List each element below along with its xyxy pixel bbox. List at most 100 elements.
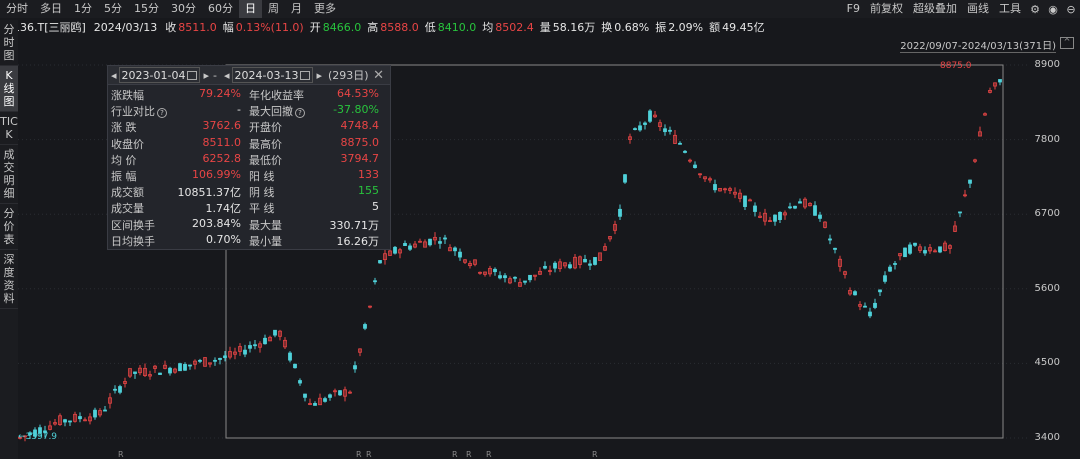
stats-value: 106.99% [192,168,241,182]
candle-body [873,302,877,308]
stats-row: 行业对比? - 最大回撤? -37.80% [111,103,387,119]
sidebar-tab[interactable]: 成交明细 [0,145,18,204]
toolbar-right: F9 前复权 超级叠加 画线 工具 ⚙ ◉ ⊖ [842,0,1080,18]
low-label: 低 [424,21,436,34]
stats-value: 155 [358,184,379,198]
next-start-icon[interactable]: ▸ [203,69,209,82]
stats-label: 行业对比? [111,103,167,119]
start-date-field[interactable]: 2023-01-04 [118,67,201,83]
stats-cell: 年化收益率 64.53% [249,87,387,103]
event-marker[interactable]: R [118,450,124,459]
period-tab[interactable]: 5分 [98,0,128,18]
event-marker[interactable]: R [466,450,472,459]
stats-value: 330.71万 [329,218,380,232]
end-date-field[interactable]: 2024-03-13 [231,67,314,83]
next-end-icon[interactable]: ▸ [316,69,322,82]
amp-value: 2.09% [668,20,704,34]
period-tab[interactable]: 月 [285,0,308,18]
end-date-text: 2024-03-13 [234,68,299,82]
candle-body [213,359,217,362]
candle-body [113,388,117,391]
stats-cell: 阳 线 133 [249,168,387,184]
candle-body [888,266,892,272]
period-tab[interactable]: 日 [239,0,262,18]
stats-value: 3794.7 [340,151,380,165]
avg-label: 均 [482,21,494,34]
change-value: 0.13%(11.0) [235,20,304,34]
help-icon[interactable]: ? [157,108,167,119]
sidebar-tab[interactable]: K线图 [0,66,18,112]
day-count: (293日) [327,69,369,82]
high-price-marker: 8875.0 [940,61,972,71]
wechat-icon[interactable]: ◉ [1044,0,1062,18]
sidebar-tab[interactable]: 分价表 [0,204,18,250]
stats-row: 均 价 6252.8 最低价 3794.7 [111,152,387,168]
period-tab[interactable]: 周 [262,0,285,18]
event-marker[interactable]: R [356,450,362,459]
stats-label: 振 幅 [111,170,137,184]
candle-body [178,363,182,372]
candle-body [393,246,397,254]
price-tick-label: 8900 [1034,59,1060,70]
period-tab[interactable]: 更多 [308,0,342,18]
turnover-value: 0.68% [614,20,650,34]
stats-label: 均 价 [111,153,137,167]
period-tab[interactable]: 30分 [165,0,202,18]
period-tab[interactable]: 15分 [128,0,165,18]
stats-cell: 涨跌幅 79.24% [111,87,249,103]
left-sidebar: 分时图 K线图 TICK 成交明细 分价表 深度资料 [0,20,18,459]
prev-start-icon[interactable]: ◂ [111,69,117,82]
low-value: 8410.0 [437,20,477,34]
help-icon[interactable]: ? [295,108,305,119]
toolbar-button[interactable]: 工具 [994,0,1026,18]
candle-body [668,129,672,132]
period-tab[interactable]: 1分 [68,0,98,18]
stats-cell: 最低价 3794.7 [249,152,387,168]
period-tab[interactable]: 60分 [202,0,239,18]
toolbar-button[interactable]: 超级叠加 [908,0,962,18]
period-tab[interactable]: 分时 [0,0,34,18]
collapse-icon[interactable]: ^ [1060,37,1074,49]
open-value: 8466.0 [322,20,362,34]
minus-icon[interactable]: ⊖ [1062,0,1080,18]
event-marker[interactable]: R [486,450,492,459]
event-marker[interactable]: R [452,450,458,459]
stats-value: 8875.0 [340,135,380,149]
candle-body [523,280,527,283]
toolbar-button[interactable]: F9 [842,0,865,18]
sidebar-tab[interactable]: 分时图 [0,20,18,66]
event-marker[interactable]: R [592,450,598,459]
stats-cell: 振 幅 106.99% [111,168,249,184]
candle-body [63,419,67,423]
stats-label: 日均换手 [111,234,155,248]
toolbar-button[interactable]: 画线 [962,0,994,18]
price-tick-label: 6700 [1034,208,1060,220]
period-tab[interactable]: 多日 [34,0,68,18]
sidebar-tab[interactable]: TICK [0,112,18,145]
candle-body [798,201,802,204]
stats-row: 涨跌幅 79.24% 年化收益率 64.53% [111,87,387,103]
close-icon[interactable]: ✕ [373,68,384,83]
toolbar-right-items: F9 前复权 超级叠加 画线 工具 [842,0,1026,18]
candle-body [513,276,517,279]
event-marker[interactable]: R [366,450,372,459]
candle-body [443,237,447,240]
candle-body [883,275,887,282]
settings-icon[interactable]: ⚙ [1026,0,1044,18]
candle-body [543,265,547,269]
open-label: 开 [309,21,321,34]
candle-body [288,352,292,361]
candle-body [68,420,72,423]
candle-body [93,409,97,418]
close-value: 8511.0 [178,20,217,34]
toolbar-button[interactable]: 前复权 [865,0,908,18]
candle-body [253,344,257,347]
candle-body [958,211,962,214]
sidebar-tab[interactable]: 深度资料 [0,250,18,309]
prev-end-icon[interactable]: ◂ [224,69,230,82]
stats-label: 成交额 [111,186,144,200]
stats-value: 10851.37亿 [177,186,242,200]
stats-cell: 阴 线 155 [249,184,387,200]
period-tabs: 分时 多日 1分 5分 15分 30分 60分日周月更多 [0,0,342,18]
stats-value: 79.24% [199,87,241,101]
